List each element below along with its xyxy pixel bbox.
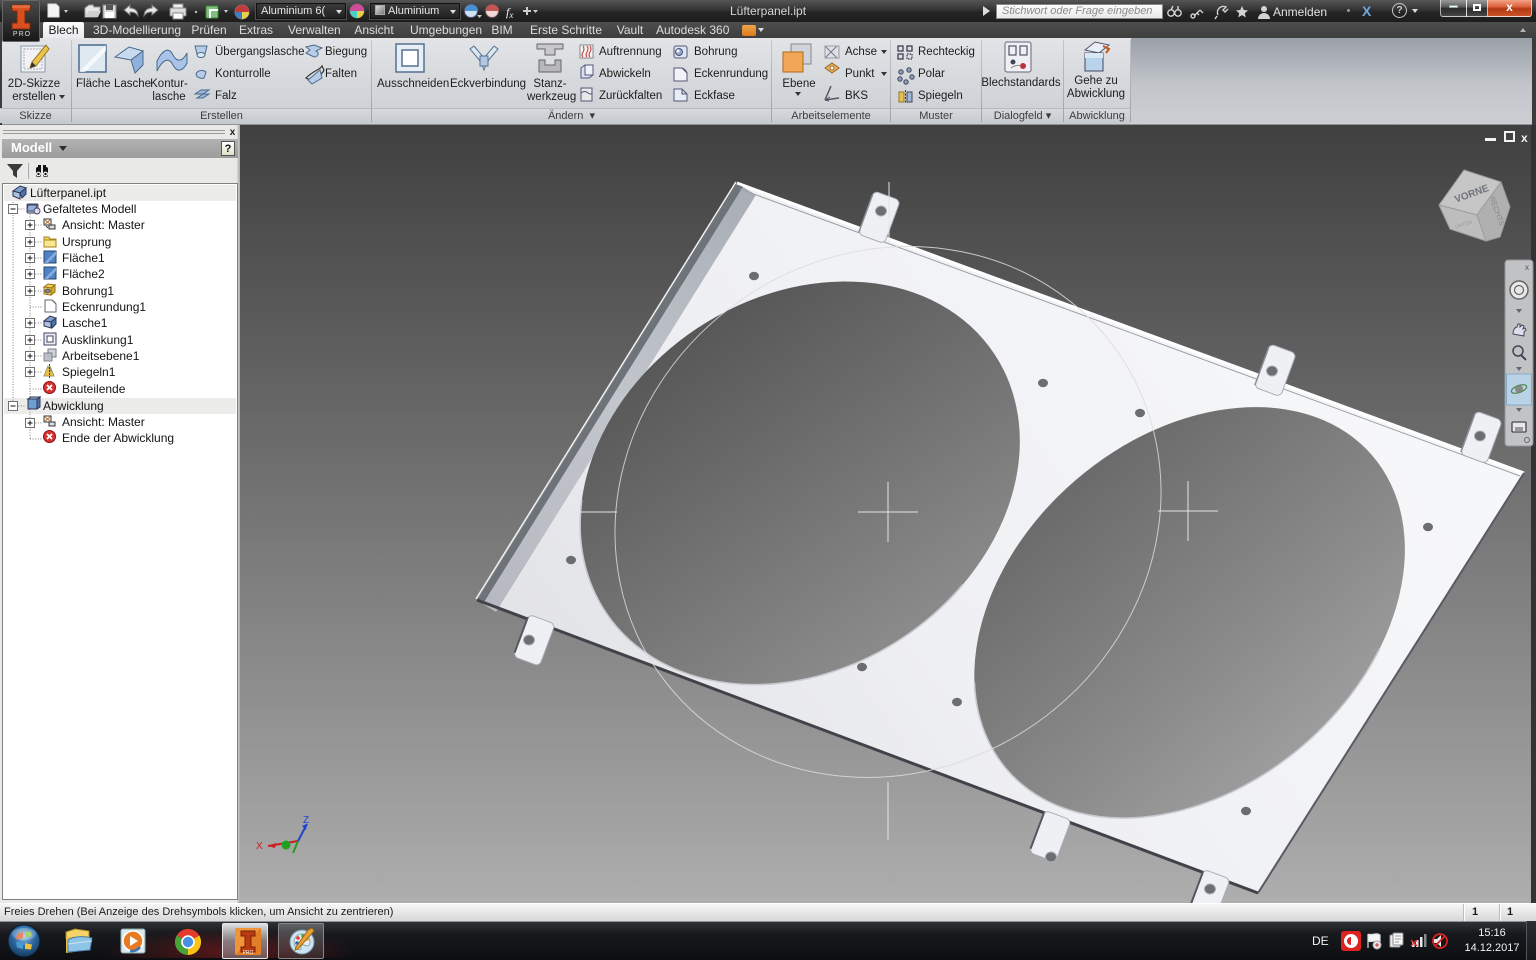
svg-text:x: x [1525, 263, 1529, 272]
svg-text:x: x [1521, 131, 1528, 145]
svg-text:PRO: PRO [243, 950, 254, 956]
svg-text:fx: fx [506, 5, 513, 19]
svg-text:Z: Z [303, 815, 309, 826]
svg-text:X: X [256, 841, 263, 852]
